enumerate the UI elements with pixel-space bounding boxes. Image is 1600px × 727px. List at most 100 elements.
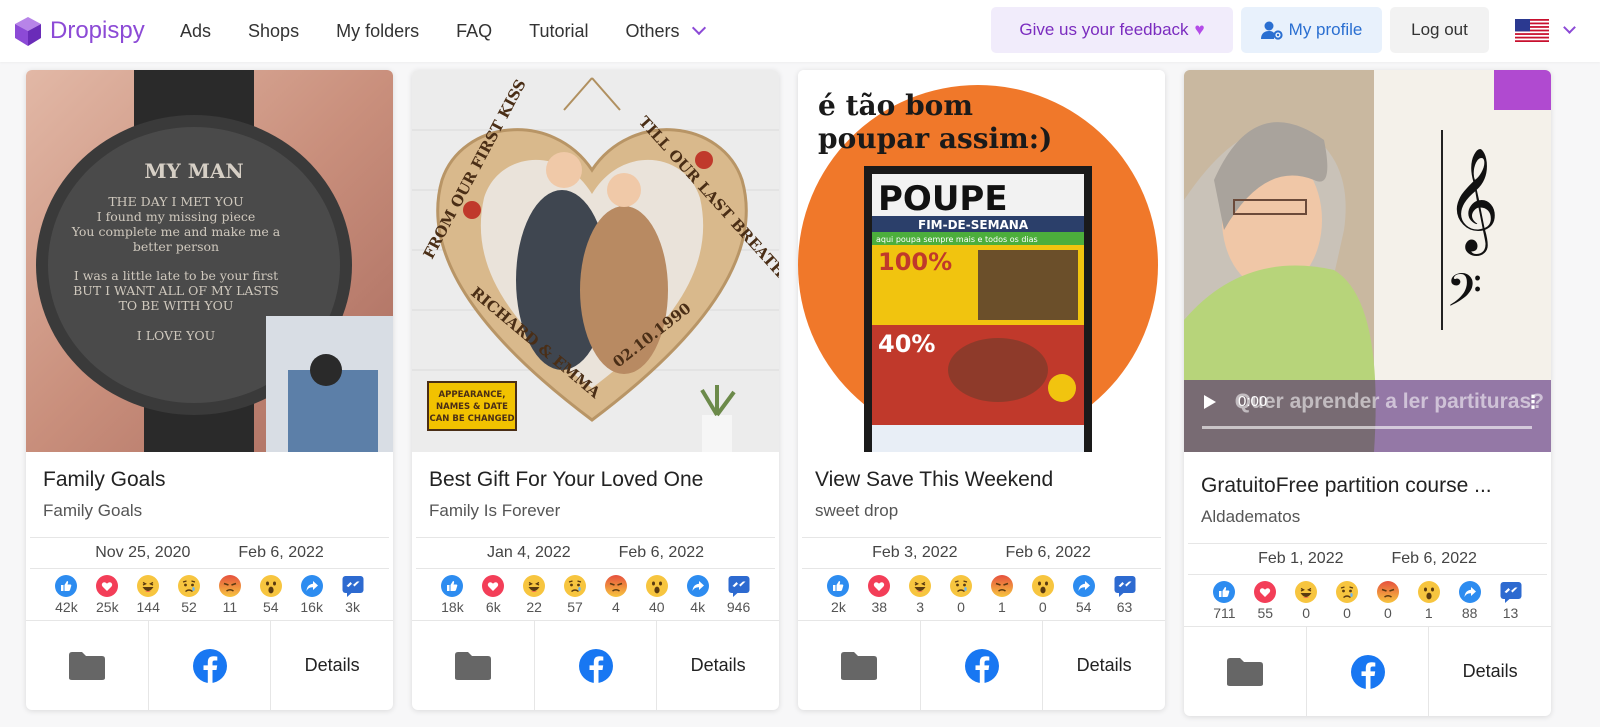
save-to-folder-button[interactable] [412, 621, 535, 710]
card-page-name[interactable]: Family Goals [43, 501, 376, 523]
folder-icon [454, 651, 491, 680]
comment-reaction-icon [1114, 576, 1136, 597]
more-vertical-icon[interactable]: ⋮ [1524, 392, 1542, 413]
engraving-line: I found my missing piece [97, 209, 256, 224]
reaction-count: 0 [957, 599, 965, 615]
reaction-count: 0 [1384, 605, 1392, 621]
save-to-folder-button[interactable] [26, 621, 149, 710]
reaction-count: 2k [831, 599, 846, 615]
card-dates: Feb 3, 2022 Feb 6, 2022 [798, 538, 1165, 568]
card-page-name[interactable]: Family Is Forever [429, 501, 762, 523]
logout-button[interactable]: Log out [1390, 7, 1489, 53]
reaction-count: 57 [567, 599, 583, 615]
details-button[interactable]: Details [271, 621, 393, 710]
ad-image[interactable]: é tão bom poupar assim:) POUPE FIM-DE-SE… [798, 70, 1165, 452]
flyer-headline: é tão bom [818, 89, 973, 122]
ad-card: 𝄞 𝄢 Quer aprender a ler partituras? 0:00… [1184, 70, 1551, 716]
reaction-count: 25k [96, 599, 119, 615]
engraving-line: I LOVE YOU [137, 328, 215, 343]
logout-label: Log out [1411, 20, 1468, 39]
ad-image[interactable]: MY MAN THE DAY I MET YOU I found my miss… [26, 70, 393, 452]
play-icon[interactable] [1204, 395, 1216, 409]
my-profile-button[interactable]: My profile [1241, 7, 1382, 53]
video-time: 0:00 [1238, 393, 1268, 410]
card-title[interactable]: GratuitoFree partition course ... [1201, 474, 1535, 502]
card-title[interactable]: View Save This Weekend [815, 468, 1149, 496]
reaction-wow: 54 [251, 574, 291, 620]
like-reaction-icon [1213, 581, 1236, 603]
angry-reaction-icon [604, 575, 627, 597]
brand-logo[interactable]: Dropispy [12, 15, 162, 47]
card-title[interactable]: Family Goals [43, 468, 377, 496]
facebook-link-button[interactable] [921, 621, 1044, 710]
card-page-name[interactable]: sweet drop [815, 501, 1148, 523]
reaction-wow: 40 [637, 574, 677, 620]
treble-clef-icon: 𝄞 [1446, 147, 1499, 256]
reaction-like: 711 [1204, 580, 1244, 626]
us-flag-icon [1515, 18, 1549, 42]
nav-others-label: Others [625, 20, 680, 41]
card-page-name[interactable]: Aldadematos [1201, 507, 1534, 529]
facebook-link-button[interactable] [149, 621, 272, 710]
love-reaction-icon [482, 575, 505, 597]
nav-link-ads[interactable]: Ads [180, 21, 211, 42]
facebook-link-button[interactable] [1307, 627, 1430, 716]
like-reaction-icon [55, 575, 78, 597]
details-button[interactable]: Details [1429, 627, 1551, 716]
sign-line: APPEARANCE, [439, 390, 506, 400]
facebook-icon [578, 648, 613, 684]
reaction-count: 38 [871, 599, 888, 615]
date-start: Nov 25, 2020 [95, 544, 191, 561]
card-dates: Jan 4, 2022 Feb 6, 2022 [412, 538, 779, 568]
nav-actions: Give us your feedback ♥ My profile Log o… [991, 7, 1576, 53]
details-button[interactable]: Details [1043, 621, 1165, 710]
reaction-count: 40 [649, 599, 665, 615]
nav-link-faq[interactable]: FAQ [456, 21, 492, 42]
reaction-count: 711 [1213, 605, 1236, 621]
reaction-count: 4k [690, 599, 706, 615]
language-selector[interactable] [1515, 18, 1576, 42]
reaction-count: 3k [345, 599, 360, 615]
facebook-link-button[interactable] [535, 621, 658, 710]
wow-reaction-icon [259, 575, 282, 597]
reactions-row: 42k 25k 144 52 11 54 16k 3k [30, 568, 389, 620]
card-actions: Details [798, 620, 1165, 710]
reaction-sad: 0 [941, 574, 981, 620]
reactions-row: 18k 6k 22 57 4 40 4k 946 [416, 568, 775, 620]
ad-card: MY MAN THE DAY I MET YOU I found my miss… [26, 70, 393, 710]
flyer-promo: 100% [878, 248, 952, 276]
reaction-angry: 4 [596, 574, 636, 620]
reaction-angry: 0 [1368, 580, 1408, 626]
love-reaction-icon [1254, 581, 1277, 603]
card-title[interactable]: Best Gift For Your Loved One [429, 468, 763, 496]
angry-reaction-icon [1376, 581, 1399, 603]
share-reaction-icon [1072, 575, 1095, 597]
reaction-comment: 13 [1491, 580, 1531, 626]
card-dates: Feb 1, 2022 Feb 6, 2022 [1184, 544, 1551, 574]
reaction-count: 3 [916, 599, 925, 615]
date-start: Feb 1, 2022 [1258, 550, 1344, 567]
video-progress-bar[interactable] [1202, 426, 1532, 429]
reaction-haha: 3 [900, 574, 940, 620]
wow-reaction-icon [645, 575, 668, 597]
nav-link-shops[interactable]: Shops [248, 21, 299, 42]
ad-image[interactable]: FROM OUR FIRST KISS TILL OUR LAST BREATH… [412, 70, 779, 452]
reaction-count: 54 [263, 599, 279, 615]
save-to-folder-button[interactable] [1184, 627, 1307, 716]
reaction-count: 0 [1343, 605, 1351, 621]
engraving-line: BUT I WANT ALL OF MY LASTS [73, 283, 279, 298]
nav-link-tutorial[interactable]: Tutorial [529, 21, 588, 42]
reaction-count: 55 [1257, 605, 1274, 621]
nav-others-dropdown[interactable]: Others [625, 20, 706, 42]
feedback-button[interactable]: Give us your feedback ♥ [991, 7, 1233, 53]
ad-video[interactable]: 𝄞 𝄢 Quer aprender a ler partituras? 0:00… [1184, 70, 1551, 452]
date-end: Feb 6, 2022 [618, 544, 705, 561]
details-button[interactable]: Details [657, 621, 779, 710]
nav-link-my-folders[interactable]: My folders [336, 21, 419, 42]
reaction-count: 0 [1038, 599, 1047, 615]
save-to-folder-button[interactable] [798, 621, 921, 710]
reaction-angry: 11 [210, 574, 250, 620]
share-reaction-icon [300, 575, 323, 597]
angry-reaction-icon [990, 575, 1013, 597]
date-start: Feb 3, 2022 [872, 544, 958, 561]
